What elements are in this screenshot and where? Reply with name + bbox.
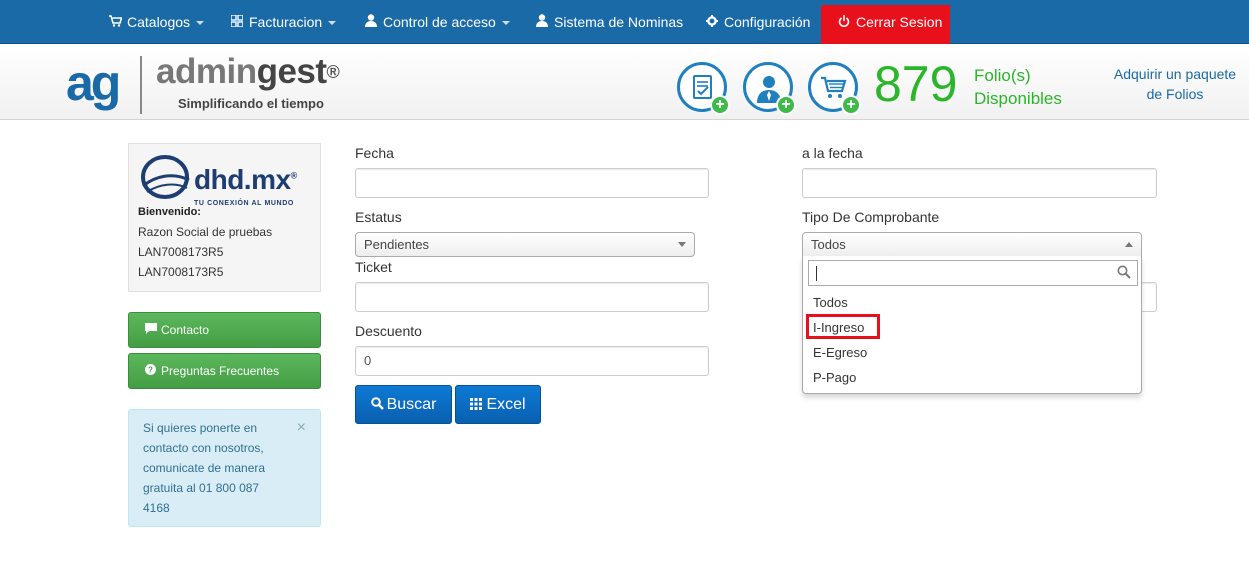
tipo-comprobante-label: Tipo De Comprobante (802, 209, 940, 225)
descuento-label: Descuento (355, 323, 422, 339)
chevron-up-icon (1125, 242, 1133, 247)
tipo-comprobante-value: Todos (811, 237, 846, 252)
plus-icon: + (776, 95, 796, 115)
brand-tagline: Simplificando el tiempo (178, 96, 324, 111)
nav-sistema-nominas-label: Sistema de Nominas (554, 14, 684, 30)
user-icon (364, 1, 378, 45)
buy-folios-line2: de Folios (1146, 86, 1204, 102)
search-icon (370, 397, 384, 410)
gear-icon (705, 1, 719, 45)
dropdown-option-todos[interactable]: Todos (813, 295, 848, 310)
grid-icon (230, 1, 244, 45)
company-logo-reg: ® (290, 170, 298, 181)
folios-label-line1: Folio(s) (974, 66, 1031, 85)
estatus-value: Pendientes (364, 237, 430, 252)
nav-configuracion[interactable]: Configuración (705, 0, 810, 44)
search-button-label: Buscar (386, 396, 437, 413)
fecha-label: Fecha (355, 145, 394, 161)
table-icon (470, 398, 483, 410)
plus-icon: + (710, 95, 730, 115)
brand-divider (140, 56, 142, 114)
new-user-button[interactable]: + (743, 62, 796, 115)
nav-facturacion-label: Facturacion (249, 14, 323, 30)
ticket-input[interactable] (355, 282, 709, 312)
text-cursor (816, 266, 817, 281)
estatus-select[interactable]: Pendientes (355, 232, 695, 257)
folios-label-line2: Disponibles (974, 89, 1062, 108)
search-button[interactable]: Buscar (355, 385, 452, 424)
brand-mark: ag (66, 55, 121, 111)
ticket-label: Ticket (355, 259, 392, 275)
excel-button[interactable]: Excel (455, 385, 541, 424)
rfc-line-2: LAN7008173R5 (138, 265, 224, 279)
a-la-fecha-input[interactable] (802, 168, 1157, 198)
contact-button[interactable]: Contacto (128, 312, 321, 348)
nav-facturacion[interactable]: Facturacion (230, 0, 337, 45)
chevron-down-icon (196, 21, 205, 26)
top-navbar: Catalogos Facturacion Control de acceso … (0, 0, 1249, 44)
chevron-down-icon (678, 242, 686, 247)
nav-configuracion-label: Configuración (724, 14, 811, 30)
chevron-down-icon (328, 21, 337, 26)
highlight-box (806, 314, 880, 339)
power-icon (837, 6, 851, 40)
nav-control-acceso-label: Control de acceso (383, 14, 496, 30)
logout-button[interactable]: Cerrar Sesion (821, 5, 950, 44)
new-invoice-button[interactable]: + (677, 62, 730, 115)
nav-control-acceso[interactable]: Control de acceso (364, 0, 510, 44)
question-circle-icon: ? (145, 355, 158, 389)
nav-sistema-nominas[interactable]: Sistema de Nominas (535, 0, 683, 44)
chevron-down-icon (501, 21, 510, 26)
header-band: ag admingest® Simplificando el tiempo + … (0, 44, 1249, 120)
brand-name-b: gest (256, 52, 327, 91)
fecha-input[interactable] (355, 168, 709, 198)
dropdown-option-egreso[interactable]: E-Egreso (813, 345, 867, 360)
logout-label: Cerrar Sesion (856, 14, 943, 30)
company-logo-text: dhd.mx® (194, 164, 297, 196)
company-logo: dhd.mx® TU CONEXIÓN AL MUNDO (139, 152, 314, 207)
tipo-comprobante-select[interactable]: Todos (802, 232, 1142, 257)
company-logo-name: dhd.mx (194, 164, 291, 195)
contact-label: Contacto (161, 323, 210, 337)
brand-reg: ® (326, 62, 340, 82)
nav-catalogos[interactable]: Catalogos (108, 0, 205, 45)
buy-folios-cart-button[interactable]: + (808, 62, 861, 115)
a-la-fecha-label: a la fecha (802, 145, 863, 161)
globe-swoosh-icon (141, 155, 190, 199)
nav-catalogos-label: Catalogos (127, 14, 191, 30)
cart-icon (108, 1, 123, 45)
contact-alert: × Si quieres ponerte en contacto con nos… (128, 409, 321, 527)
faq-button[interactable]: ? Preguntas Frecuentes (128, 353, 321, 389)
plus-icon: + (841, 95, 861, 115)
dropdown-option-pago[interactable]: P-Pago (813, 370, 856, 385)
comment-icon (145, 314, 158, 348)
welcome-label: Bienvenido: (138, 206, 201, 218)
search-icon (1117, 265, 1131, 279)
contact-alert-text: Si quieres ponerte en contacto con nosot… (143, 421, 266, 515)
faq-label: Preguntas Frecuentes (161, 364, 280, 378)
folios-label: Folio(s) Disponibles (974, 64, 1062, 110)
folios-count: 879 (874, 56, 958, 112)
brand-name-a: admin (156, 52, 257, 91)
excel-button-label: Excel (486, 396, 526, 413)
user-icon (535, 1, 549, 45)
user-info-panel: dhd.mx® TU CONEXIÓN AL MUNDO Bienvenido:… (128, 143, 321, 292)
razon-social: Razon Social de pruebas (138, 225, 273, 239)
descuento-input[interactable]: 0 (355, 346, 709, 376)
company-logo-tagline: TU CONEXIÓN AL MUNDO (194, 200, 294, 207)
dropdown-search-input[interactable] (808, 260, 1138, 286)
svg-text:?: ? (148, 366, 153, 375)
rfc-line-1: LAN7008173R5 (138, 245, 224, 259)
buy-folios-line1: Adquirir un paquete (1113, 66, 1237, 82)
brand-name: admingest® (156, 52, 340, 92)
estatus-label: Estatus (355, 209, 402, 225)
buy-folios-link[interactable]: Adquirir un paquete de Folios (1110, 64, 1240, 104)
close-icon[interactable]: × (297, 418, 306, 438)
